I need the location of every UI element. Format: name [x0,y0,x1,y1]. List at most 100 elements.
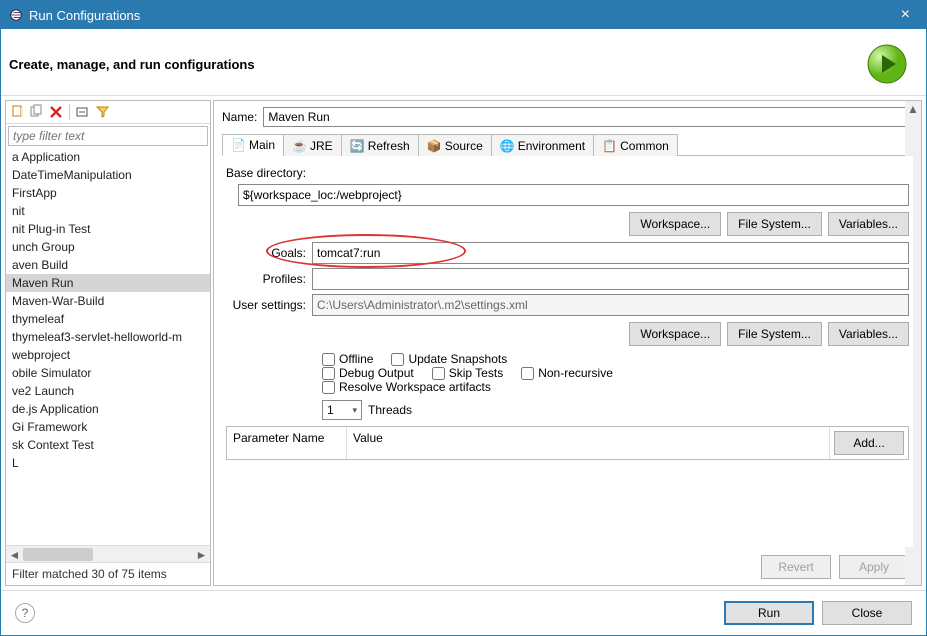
scroll-right-icon[interactable]: ► [193,546,210,563]
non-recursive-checkbox[interactable]: Non-recursive [521,366,613,380]
tree-item[interactable]: Gi Framework [6,418,210,436]
config-detail-panel: ▲ Name: 📄 Main ☕ JRE 🔄 Refresh 📦Source 🌐 Environ… [213,100,922,586]
tab-icon: 📋 [602,139,616,153]
tree-item[interactable]: nit Plug-in Test [6,220,210,238]
file-system-button-2[interactable]: File System... [727,322,822,346]
resolve-workspace-checkbox[interactable]: Resolve Workspace artifacts [322,380,491,394]
param-name-header: Parameter Name [227,427,347,459]
scroll-thumb[interactable] [23,548,93,561]
debug-output-checkbox[interactable]: Debug Output [322,366,414,380]
tab-label: Common [620,139,669,153]
tab-icon: 📦 [427,139,441,153]
tree-item[interactable]: FirstApp [6,184,210,202]
file-system-button[interactable]: File System... [727,212,822,236]
scroll-left-icon[interactable]: ◄ [6,546,23,563]
new-config-icon[interactable] [10,104,26,120]
threads-label: Threads [368,403,412,417]
header: Create, manage, and run configurations [1,29,926,96]
close-button[interactable]: Close [822,601,912,625]
tree-item[interactable]: sk Context Test [6,436,210,454]
filter-icon[interactable] [94,104,110,120]
threads-spinner[interactable]: 1 ▾ [322,400,362,420]
nonrec-label: Non-recursive [538,366,613,380]
config-tree[interactable]: a ApplicationDateTimeManipulationFirstAp… [6,148,210,545]
workspace-button[interactable]: Workspace... [629,212,721,236]
dialog-footer: ? Run Close [1,590,926,635]
base-dir-input[interactable] [238,184,909,206]
tab-refresh[interactable]: 🔄 Refresh [341,134,419,156]
chevron-down-icon[interactable]: ▾ [352,405,357,416]
main-tab-content: Base directory: Workspace... File System… [222,156,913,547]
tab-icon: 🔄 [350,139,364,153]
revert-button[interactable]: Revert [761,555,831,579]
tab-label: JRE [310,139,333,153]
param-value-header: Value [347,427,830,459]
skip-label: Skip Tests [449,366,503,380]
goals-input[interactable] [312,242,909,264]
name-input[interactable] [263,107,913,127]
delete-config-icon[interactable] [48,104,64,120]
variables-button-2[interactable]: Variables... [828,322,909,346]
tab-common[interactable]: 📋 Common [593,134,678,156]
horizontal-scrollbar[interactable]: ◄ ► [6,545,210,562]
tree-item[interactable]: de.js Application [6,400,210,418]
tree-item[interactable]: DateTimeManipulation [6,166,210,184]
add-parameter-button[interactable]: Add... [834,431,904,455]
tree-item[interactable]: nit [6,202,210,220]
run-button[interactable]: Run [724,601,814,625]
tab-source[interactable]: 📦Source [418,134,492,156]
user-settings-input[interactable] [312,294,909,316]
tree-item[interactable]: thymeleaf [6,310,210,328]
tree-item[interactable]: unch Group [6,238,210,256]
tree-item[interactable]: a Application [6,148,210,166]
apply-button[interactable]: Apply [839,555,909,579]
user-settings-label: User settings: [226,298,306,312]
tree-item[interactable]: Maven Run [6,274,210,292]
threads-value: 1 [327,403,352,417]
tab-jre[interactable]: ☕ JRE [283,134,342,156]
resolve-label: Resolve Workspace artifacts [339,380,491,394]
separator [69,104,70,120]
tree-toolbar [6,101,210,124]
tab-bar: 📄 Main ☕ JRE 🔄 Refresh 📦Source 🌐 Environment 📋 Com… [222,133,913,156]
config-tree-panel: a ApplicationDateTimeManipulationFirstAp… [5,100,211,586]
window-title: Run Configurations [29,8,893,23]
titlebar: Run Configurations × [1,1,926,29]
tab-main[interactable]: 📄 Main [222,134,284,156]
help-icon[interactable]: ? [15,603,35,623]
name-label: Name: [222,110,257,124]
eclipse-icon [9,8,23,22]
tab-icon: ☕ [292,139,306,153]
profiles-input[interactable] [312,268,909,290]
tree-item[interactable]: webproject [6,346,210,364]
tree-item[interactable]: ve2 Launch [6,382,210,400]
run-icon [866,43,908,85]
filter-input[interactable] [8,126,208,146]
debug-label: Debug Output [339,366,414,380]
offline-checkbox[interactable]: Offline [322,352,373,366]
tab-label: Main [249,138,275,152]
collapse-all-icon[interactable] [75,104,91,120]
tab-environment[interactable]: 🌐 Environment [491,134,594,156]
page-title: Create, manage, and run configurations [9,57,866,72]
filter-status: Filter matched 30 of 75 items [6,562,210,585]
tree-item[interactable]: thymeleaf3-servlet-helloworld-m [6,328,210,346]
variables-button[interactable]: Variables... [828,212,909,236]
skip-tests-checkbox[interactable]: Skip Tests [432,366,503,380]
tree-item[interactable]: obile Simulator [6,364,210,382]
workspace-button-2[interactable]: Workspace... [629,322,721,346]
tree-item[interactable]: Maven-War-Build [6,292,210,310]
tab-icon: 📄 [231,138,245,152]
close-icon[interactable]: × [893,6,918,24]
tab-label: Refresh [368,139,410,153]
update-snapshots-checkbox[interactable]: Update Snapshots [391,352,507,366]
scroll-up-icon[interactable]: ▲ [905,101,921,117]
offline-label: Offline [339,352,373,366]
tab-label: Environment [518,139,585,153]
tree-item[interactable]: L [6,454,210,472]
tree-item[interactable]: aven Build [6,256,210,274]
goals-label: Goals: [226,246,306,260]
duplicate-config-icon[interactable] [29,104,45,120]
base-dir-label: Base directory: [226,166,909,180]
tab-icon: 🌐 [500,139,514,153]
